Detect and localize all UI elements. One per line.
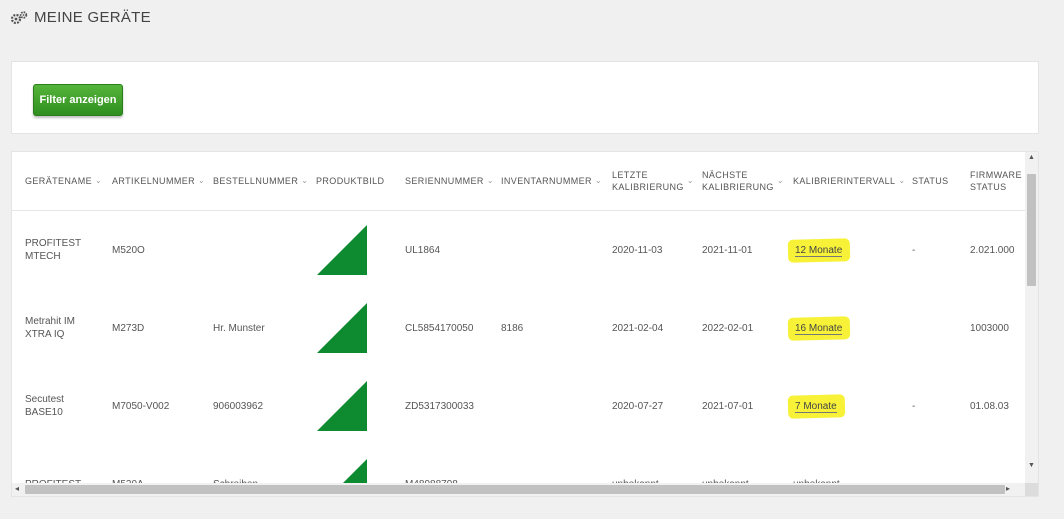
sort-chevron-icon[interactable]: ⌄	[95, 175, 102, 187]
column-header-label: ARTIKELNUMMER	[112, 176, 196, 186]
column-header-label: BESTELLNUMMER	[213, 176, 299, 186]
cell-order: 906003962	[213, 400, 264, 412]
cell-next: 2021-07-01	[702, 400, 754, 412]
column-header-label: INVENTARNUMMER	[501, 176, 592, 186]
cell-article: M273D	[112, 322, 145, 334]
scroll-down-icon[interactable]: ▼	[1028, 462, 1035, 469]
column-header-order[interactable]: BESTELLNUMMER ⌄	[213, 152, 308, 210]
cell-article: M520O	[112, 244, 145, 256]
column-header-name[interactable]: GERÄTENAME ⌄	[25, 152, 102, 210]
product-image	[341, 459, 367, 485]
page-header: MEINE GERÄTE	[10, 9, 151, 26]
cell-inventory: 8186	[501, 322, 524, 334]
cell-serial: M48988798	[405, 478, 458, 486]
product-image	[317, 381, 367, 431]
product-image	[317, 303, 367, 353]
column-header-label: SERIENNUMMER	[405, 176, 484, 186]
product-image	[317, 225, 367, 275]
column-header-label: LETZTE KALIBRIERUNG	[612, 170, 684, 192]
table-row[interactable]: Metrahit IM XTRA IQ M273D Hr. Munster CL5854…	[12, 289, 1026, 367]
sort-chevron-icon[interactable]: ⌄	[777, 175, 784, 187]
column-header-label: KALIBRIERINTERVALL	[793, 176, 896, 186]
sort-chevron-icon[interactable]: ⌄	[301, 175, 308, 187]
interval-highlight[interactable]: 16 Monate	[793, 320, 844, 337]
column-header-article[interactable]: ARTIKELNUMMER ⌄	[112, 152, 205, 210]
gears-icon	[10, 10, 28, 24]
interval-highlight[interactable]: 7 Monate	[793, 398, 839, 415]
column-header-last[interactable]: LETZTE KALIBRIERUNG ⌄	[612, 152, 694, 210]
column-header-next[interactable]: NÄCHSTE KALIBRIERUNG ⌄	[702, 152, 784, 210]
cell-serial: ZD5317300033	[405, 400, 474, 412]
devices-table: GERÄTENAME ⌄ ARTIKELNUMMER ⌄ BESTELLNUMMER ⌄ P…	[11, 151, 1039, 497]
column-header-serial[interactable]: SERIENNUMMER ⌄	[405, 152, 494, 210]
horizontal-scrollbar[interactable]: ◂ ▸	[12, 483, 1026, 496]
cell-firmware: 2.021.000	[970, 244, 1015, 256]
scroll-left-icon[interactable]: ◂	[15, 484, 19, 493]
cell-interval: unbekannt	[793, 478, 840, 486]
scroll-corner	[1025, 483, 1038, 496]
column-header-firmware[interactable]: FIRMWARESTATUS⌄	[970, 152, 1026, 210]
column-header-label: FIRMWARE STATUS	[970, 170, 1022, 192]
cell-article: M7050-V002	[112, 400, 170, 412]
cell-name: Secutest BASE10	[25, 394, 64, 418]
cell-serial: UL1864	[405, 244, 441, 256]
column-header-image: PRODUKTBILD	[316, 152, 384, 210]
horizontal-scroll-thumb[interactable]	[25, 485, 1005, 494]
cell-interval: 16 Monate	[793, 289, 844, 367]
cell-interval: 7 Monate	[793, 367, 839, 445]
cell-name: PROFITEST	[25, 478, 82, 486]
column-header-interval[interactable]: KALIBRIERINTERVALL ⌄	[793, 152, 906, 210]
interval-highlight[interactable]: 12 Monate	[793, 242, 844, 259]
interval-value[interactable]: 16 Monate	[795, 322, 843, 335]
cell-last: 2020-11-03	[612, 244, 663, 256]
table-viewport: GERÄTENAME ⌄ ARTIKELNUMMER ⌄ BESTELLNUMMER ⌄ P…	[12, 152, 1026, 485]
cell-interval: 12 Monate	[793, 211, 844, 289]
cell-serial: CL5854170050	[405, 322, 474, 334]
cell-last: unbekannt	[612, 478, 659, 486]
cell-status: -	[912, 244, 916, 256]
sort-chevron-icon[interactable]: ⌄	[487, 175, 494, 187]
cell-status: -	[912, 400, 916, 412]
vertical-scrollbar[interactable]: ▲ ▼	[1025, 152, 1038, 485]
column-header-inventory[interactable]: INVENTARNUMMER ⌄	[501, 152, 602, 210]
cell-next: 2021-11-01	[702, 244, 753, 256]
cell-last: 2020-07-27	[612, 400, 664, 412]
cell-next: unbekannt	[702, 478, 749, 486]
cell-firmware: 01.08.03	[970, 400, 1009, 412]
sort-chevron-icon[interactable]: ⌄	[687, 175, 694, 187]
cell-name: Metrahit IM XTRA IQ	[25, 316, 76, 340]
table-row[interactable]: PROFITEST MTECH M520O UL1864 2020-11-03 2021-…	[12, 211, 1026, 289]
show-filter-button[interactable]: Filter anzeigen	[33, 84, 123, 116]
table-row[interactable]: PROFITEST M520A Schreiben M48988798 unbekann…	[12, 445, 1026, 485]
filter-panel: Filter anzeigen	[11, 61, 1039, 134]
vertical-scroll-thumb[interactable]	[1027, 174, 1036, 286]
cell-last: 2021-02-04	[612, 322, 664, 334]
cell-name: PROFITEST MTECH	[25, 238, 82, 262]
column-header-label: PRODUKTBILD	[316, 176, 385, 186]
sort-chevron-icon[interactable]: ⌄	[898, 175, 905, 187]
interval-value[interactable]: 7 Monate	[795, 400, 837, 413]
scroll-up-icon[interactable]: ▲	[1028, 154, 1035, 161]
scroll-right-icon[interactable]: ▸	[1006, 484, 1010, 493]
interval-value[interactable]: 12 Monate	[795, 244, 843, 257]
page-title: MEINE GERÄTE	[34, 9, 151, 26]
cell-order: Hr. Munster	[213, 322, 265, 334]
cell-article: M520A	[112, 478, 144, 486]
column-header-label: STATUS	[912, 176, 949, 186]
column-header-status: STATUS	[912, 152, 949, 210]
cell-firmware: 1003000	[970, 322, 1009, 334]
cell-order: Schreiben	[213, 478, 259, 486]
table-row[interactable]: Secutest BASE10 M7050-V002 906003962 ZD53173…	[12, 367, 1026, 445]
sort-chevron-icon[interactable]: ⌄	[198, 175, 205, 187]
column-header-label: GERÄTENAME	[25, 176, 93, 186]
column-header-label: NÄCHSTE KALIBRIERUNG	[702, 170, 774, 192]
sort-chevron-icon[interactable]: ⌄	[595, 175, 602, 187]
cell-next: 2022-02-01	[702, 322, 754, 334]
